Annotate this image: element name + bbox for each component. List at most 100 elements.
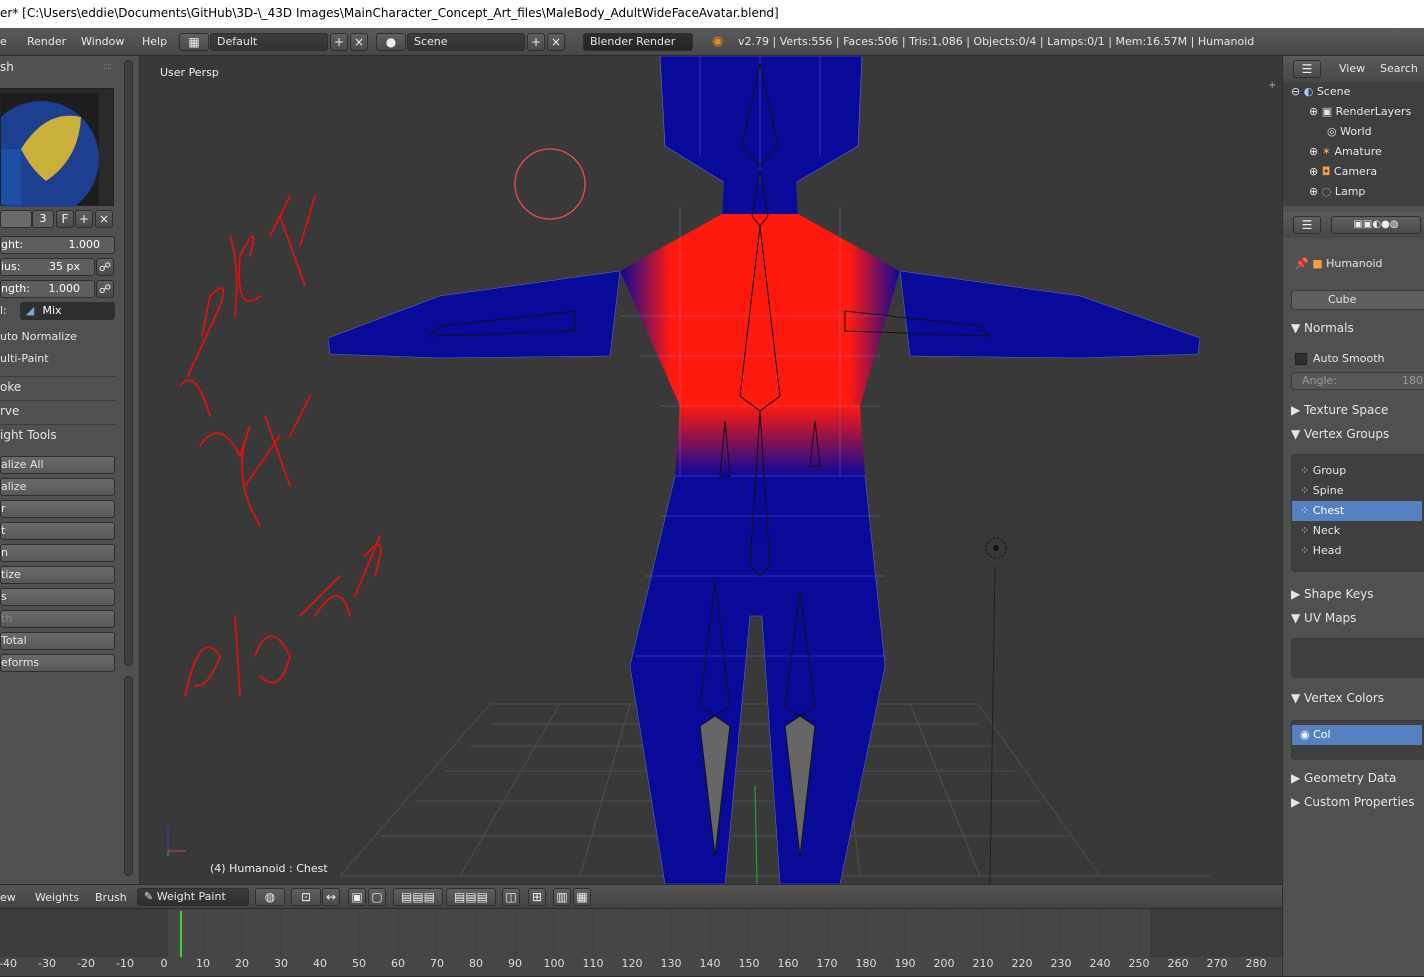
multi-paint-checkbox[interactable]: ulti-Paint <box>0 352 116 365</box>
mirror-button[interactable]: r <box>0 500 115 518</box>
timeline[interactable]: -40 -30 -20 -10 0 10 20 30 40 50 60 70 80 90 100 110 120… <box>0 908 1282 976</box>
menu-help[interactable]: Help <box>142 35 167 48</box>
vertex-group-item[interactable]: ⁘ Head <box>1292 541 1422 561</box>
vertex-group-item-selected[interactable]: ⁘ Chest <box>1292 501 1422 521</box>
add-layout-icon[interactable]: + <box>330 33 348 51</box>
render-preview-icon[interactable]: ▥ <box>553 888 571 906</box>
menu-view[interactable]: ew <box>0 891 16 904</box>
face-mask-icon[interactable]: ▣ <box>348 888 366 906</box>
tool-shelf-scrollbar-lower[interactable] <box>124 676 133 876</box>
screen-layout-icon[interactable]: ▦ <box>179 33 209 51</box>
brush-name-field[interactable] <box>0 210 32 228</box>
vertex-mask-icon[interactable]: ▢ <box>368 888 386 906</box>
clean-button[interactable]: n <box>0 544 115 562</box>
expand-icon[interactable]: ⊕ <box>1309 105 1322 118</box>
levels-button[interactable]: s <box>0 588 115 606</box>
outliner-tree[interactable]: ⊖ ◐ Scene ⊕ ▣ RenderLayers ◎ World ⊕ ✶ A… <box>1283 82 1424 206</box>
properties-toggle-icon[interactable]: + <box>1268 80 1278 91</box>
mode-dropdown[interactable]: ✎ Weight Paint <box>137 888 249 906</box>
auto-smooth-checkbox[interactable]: Auto Smooth <box>1295 349 1424 369</box>
vertex-group-item[interactable]: ⁘ Group <box>1292 461 1422 481</box>
vertex-group-item[interactable]: ⁘ Neck <box>1292 521 1422 541</box>
panel-grip-icon[interactable]: :::: <box>103 62 112 72</box>
strength-slider[interactable]: ngth: 1.000 <box>0 280 95 298</box>
uv-maps-panel-header[interactable]: ▼ UV Maps <box>1291 608 1424 628</box>
weight-tools-panel-header[interactable]: ight Tools <box>0 424 116 446</box>
expand-icon[interactable]: ⊕ <box>1309 185 1322 198</box>
render-engine-dropdown[interactable]: Blender Render <box>583 33 693 51</box>
manipulator-icon[interactable]: ↔ <box>322 888 340 906</box>
menu-window[interactable]: Window <box>81 35 124 48</box>
menu-weights[interactable]: Weights <box>35 891 79 904</box>
outliner-editor-icon[interactable]: ☰ <box>1293 60 1321 78</box>
vertex-groups-panel-header[interactable]: ▼ Vertex Groups <box>1291 424 1424 444</box>
menu-brush[interactable]: Brush <box>95 891 127 904</box>
collapse-icon[interactable]: ⊖ <box>1291 85 1304 98</box>
menu-render[interactable]: Render <box>27 35 66 48</box>
checkbox-icon[interactable] <box>1295 353 1307 365</box>
outliner-item-camera[interactable]: ⊕ ◘ Camera <box>1309 162 1377 182</box>
viewport-shading-icon[interactable]: ◍ <box>255 888 285 906</box>
outliner-item-scene[interactable]: ⊖ ◐ Scene <box>1291 82 1350 102</box>
outliner-search-menu[interactable]: Search <box>1380 62 1418 75</box>
scene-dropdown[interactable]: Scene <box>407 33 525 51</box>
properties-tabs-icon[interactable]: ▣▣◐●◍ <box>1331 216 1421 234</box>
add-brush-icon[interactable]: + <box>75 210 93 228</box>
fix-deforms-button[interactable]: eforms <box>0 654 115 672</box>
uv-maps-list[interactable] <box>1291 638 1424 678</box>
brush-panel-header[interactable]: sh <box>0 60 116 74</box>
vertex-group-item[interactable]: ⁘ Spine <box>1292 481 1422 501</box>
texture-space-panel-header[interactable]: ▶ Texture Space <box>1291 400 1424 420</box>
custom-properties-panel-header[interactable]: ▶ Custom Properties <box>1291 792 1424 812</box>
layer-lock-icon[interactable]: ◫ <box>502 888 520 906</box>
normals-panel-header[interactable]: ▼ Normals <box>1291 318 1424 338</box>
snap-icon[interactable]: ⊞ <box>528 888 546 906</box>
weight-slider[interactable]: ght: 1.000 <box>0 236 115 254</box>
normalize-button[interactable]: alize <box>0 478 115 496</box>
vertex-colors-panel-header[interactable]: ▼ Vertex Colors <box>1291 688 1424 708</box>
render-animation-icon[interactable]: ▦ <box>573 888 591 906</box>
outliner-item-armature[interactable]: ⊕ ✶ Amature <box>1309 142 1382 162</box>
radius-pressure-icon[interactable]: ☍ <box>96 258 114 276</box>
quantize-button[interactable]: tize <box>0 566 115 584</box>
vertex-groups-list[interactable]: ⁘ Group ⁘ Spine ⁘ Chest ⁘ Neck ⁘ Head <box>1291 454 1424 572</box>
outliner-item-renderlayers[interactable]: ⊕ ▣ RenderLayers <box>1309 102 1411 122</box>
viewport-scene[interactable] <box>140 56 1282 884</box>
3d-viewport[interactable]: User Persp (4) Humanoid : Chest + <box>140 56 1282 884</box>
expand-icon[interactable]: ⊕ <box>1309 165 1322 178</box>
remove-brush-icon[interactable]: × <box>95 210 113 228</box>
invert-button[interactable]: t <box>0 522 115 540</box>
normalize-all-button[interactable]: alize All <box>0 456 115 474</box>
brush-preview[interactable] <box>0 88 114 217</box>
outliner-item-lamp[interactable]: ⊕ ◌ Lamp <box>1309 182 1365 202</box>
menu-file-partial[interactable]: e <box>0 35 7 48</box>
auto-normalize-checkbox[interactable]: uto Normalize <box>0 330 116 343</box>
mesh-datablock-field[interactable]: Cube <box>1291 290 1424 310</box>
limit-total-button[interactable]: Total <box>0 632 115 650</box>
pivot-point-icon[interactable]: ⊡ <box>291 888 321 906</box>
angle-field[interactable]: Angle: 180° <box>1291 372 1424 390</box>
vertex-color-item-selected[interactable]: ◉ Col <box>1292 725 1422 745</box>
blend-dropdown[interactable]: ◢ Mix <box>20 302 115 320</box>
radius-slider[interactable]: ius: 35 px <box>0 258 95 276</box>
add-scene-icon[interactable]: + <box>527 33 545 51</box>
stroke-panel-header[interactable]: oke <box>0 376 116 398</box>
scene-icon[interactable]: ● <box>376 33 406 51</box>
expand-icon[interactable]: ⊕ <box>1309 145 1322 158</box>
layers-2-icon[interactable]: ▤▤▤ <box>446 888 496 906</box>
pin-icon[interactable]: 📌 <box>1295 257 1312 270</box>
layers-icon[interactable]: ▤▤▤ <box>393 888 443 906</box>
screen-layout-dropdown[interactable]: Default <box>210 33 328 51</box>
vertex-colors-list[interactable]: ◉ Col <box>1291 720 1424 760</box>
remove-scene-icon[interactable]: × <box>547 33 565 51</box>
curve-panel-header[interactable]: rve <box>0 400 116 422</box>
smooth-button[interactable]: th <box>0 610 115 628</box>
fake-user-button[interactable]: F <box>56 210 74 228</box>
shape-keys-panel-header[interactable]: ▶ Shape Keys <box>1291 584 1424 604</box>
geometry-data-panel-header[interactable]: ▶ Geometry Data <box>1291 768 1424 788</box>
remove-layout-icon[interactable]: × <box>350 33 368 51</box>
tool-shelf-scrollbar[interactable] <box>124 60 133 666</box>
strength-pressure-icon[interactable]: ☍ <box>96 280 114 298</box>
outliner-item-world[interactable]: ◎ World <box>1327 122 1372 142</box>
outliner-view-menu[interactable]: View <box>1339 62 1365 75</box>
